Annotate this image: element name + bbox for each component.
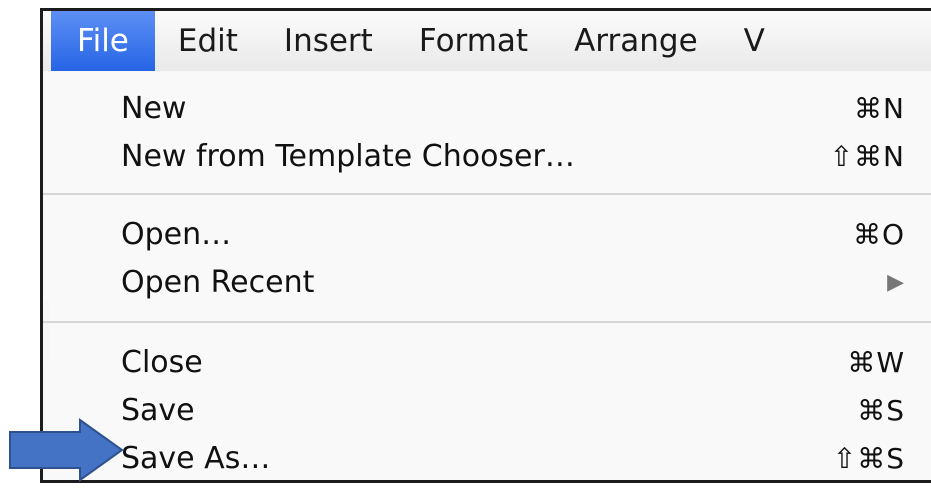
menu-bar: File Edit Insert Format Arrange V [43,11,931,72]
submenu-arrow-icon: ▶ [887,269,905,295]
pointer-arrow-icon [9,418,124,482]
menu-item-save-as[interactable]: Save As… ⇧⌘S [121,435,905,480]
menu-item-save[interactable]: Save ⌘S [121,387,905,433]
menu-item-new[interactable]: New ⌘N [121,85,905,131]
menu-item-label: Save As… [121,440,271,476]
file-menu-dropdown: New ⌘N New from Template Chooser… ⇧⌘N Op… [43,71,931,480]
menu-item-label: Open… [121,216,232,252]
shortcut-label: ⌘O [852,217,905,251]
menu-file[interactable]: File [51,11,155,71]
shortcut-label: ⌘S [857,393,905,427]
menu-edit[interactable]: Edit [155,11,261,71]
menu-item-open-recent[interactable]: Open Recent ▶ [121,259,905,305]
menu-view-truncated[interactable]: V [721,11,788,71]
menu-format[interactable]: Format [396,11,551,71]
menu-insert[interactable]: Insert [261,11,396,71]
screenshot-frame: File Edit Insert Format Arrange V New ⌘N… [40,8,931,483]
shortcut-label: ⌘W [847,345,905,379]
menu-item-label: New [121,90,187,126]
menu-item-label: Open Recent [121,264,315,300]
shortcut-label: ⇧⌘N [829,139,905,173]
menu-separator [43,321,931,323]
shortcut-label: ⇧⌘S [832,441,905,475]
menu-item-close[interactable]: Close ⌘W [121,339,905,385]
shortcut-label: ⌘N [854,91,905,125]
menu-item-label: New from Template Chooser… [121,138,575,174]
menu-item-label: Close [121,344,203,380]
menu-arrange[interactable]: Arrange [551,11,721,71]
menu-item-label: Save [121,392,195,428]
menu-item-open[interactable]: Open… ⌘O [121,211,905,257]
menu-separator [43,193,931,195]
menu-item-new-from-template[interactable]: New from Template Chooser… ⇧⌘N [121,133,905,179]
